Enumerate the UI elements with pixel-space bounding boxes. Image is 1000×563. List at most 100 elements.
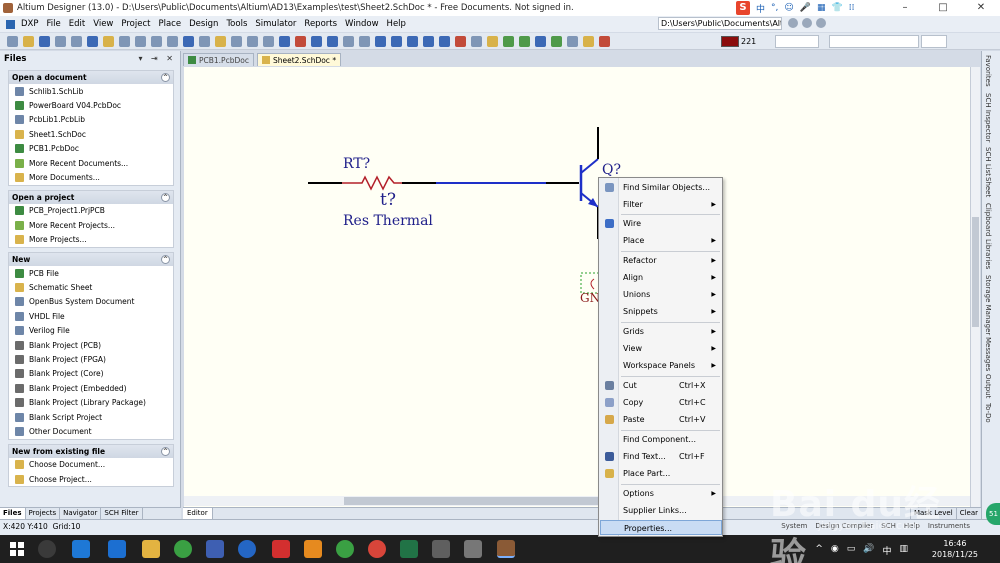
ie-taskbar-icon[interactable]: [72, 540, 90, 558]
copy-icon[interactable]: [198, 35, 210, 47]
app-taskbar-icon-4[interactable]: [304, 540, 322, 558]
zoom-area-icon[interactable]: [134, 35, 146, 47]
place-part-icon[interactable]: [486, 35, 498, 47]
files-item[interactable]: PCB1.PcbDoc: [9, 142, 173, 156]
context-menu-item[interactable]: Properties...: [600, 520, 722, 535]
save-icon[interactable]: [38, 35, 50, 47]
place-power-port-icon[interactable]: [454, 35, 466, 47]
files-item[interactable]: PCB_Project1.PrjPCB: [9, 204, 173, 218]
ime-voice[interactable]: 🎤: [800, 3, 811, 13]
menu-design[interactable]: Design: [185, 16, 222, 32]
print-preview-icon[interactable]: [70, 35, 82, 47]
collapse-icon[interactable]: ^: [161, 446, 170, 456]
place-sheet-symbol-icon[interactable]: [502, 35, 514, 47]
menu-window[interactable]: Window: [341, 16, 383, 32]
minimize-button[interactable]: –: [886, 0, 924, 16]
dock-tab-messages[interactable]: Messages: [984, 337, 992, 371]
tray-expand-icon[interactable]: ^: [815, 544, 823, 557]
mask-level-button[interactable]: Mask Level: [909, 508, 956, 519]
taskbar-clock[interactable]: 16:46 2018/11/25: [932, 538, 978, 560]
sogou-taskbar-icon[interactable]: [38, 540, 56, 558]
app-taskbar-icon-6[interactable]: [432, 540, 450, 558]
ime-keyboard[interactable]: ▦: [817, 3, 826, 13]
ime-tools[interactable]: ⁞⁞: [849, 3, 855, 13]
files-item[interactable]: Other Document: [9, 424, 173, 438]
section-title[interactable]: Open a document ^: [9, 71, 173, 84]
open-file-icon[interactable]: [22, 35, 34, 47]
cross-probe-icon[interactable]: [358, 35, 370, 47]
menu-project[interactable]: Project: [117, 16, 154, 32]
sogou-ime-icon[interactable]: S: [736, 1, 750, 15]
place-no-erc-icon[interactable]: [598, 35, 610, 47]
context-menu-item[interactable]: Wire: [600, 216, 722, 231]
deselect-icon[interactable]: [294, 35, 306, 47]
panel-header-controls[interactable]: ▾ ⇥ ✕: [138, 54, 176, 63]
context-menu-item[interactable]: Filter ▶: [600, 197, 722, 212]
menu-tools[interactable]: Tools: [222, 16, 251, 32]
tab-editor[interactable]: Editor: [183, 508, 213, 519]
app-taskbar-icon-3[interactable]: [272, 540, 290, 558]
transistor-collector[interactable]: [580, 158, 599, 174]
menu-simulator[interactable]: Simulator: [251, 16, 300, 32]
menu-reports[interactable]: Reports: [300, 16, 341, 32]
undo-icon[interactable]: [310, 35, 322, 47]
context-menu-item[interactable]: Grids ▶: [600, 324, 722, 339]
print-icon[interactable]: [54, 35, 66, 47]
menu-dxp[interactable]: DXP: [17, 16, 43, 32]
dock-tab-sheet[interactable]: Sheet: [984, 177, 992, 197]
dock-tab-clipboard[interactable]: Clipboard: [984, 203, 992, 236]
tray-app-icon[interactable]: ◉: [831, 544, 839, 557]
context-menu-item[interactable]: Options ▶: [600, 486, 722, 501]
place-wire-icon[interactable]: [374, 35, 386, 47]
altium-taskbar-icon[interactable]: [497, 540, 515, 558]
transistor-designator[interactable]: Q?: [602, 162, 621, 178]
context-menu-item[interactable]: Copy Ctrl+C: [600, 395, 722, 410]
tab-pcb1-pcbdoc[interactable]: PCB1.PcbDoc: [183, 53, 254, 66]
select-icon[interactable]: [278, 35, 290, 47]
excel-taskbar-icon[interactable]: [400, 540, 418, 558]
status-design-compiler[interactable]: Design Compiler: [815, 522, 873, 530]
status-system[interactable]: System: [781, 522, 807, 530]
paste-icon[interactable]: [214, 35, 226, 47]
dock-tab-sch-inspector[interactable]: SCH Inspector: [984, 93, 992, 142]
place-bus-entry-icon[interactable]: [422, 35, 434, 47]
context-menu-item[interactable]: Find Text... Ctrl+F: [600, 449, 722, 464]
status-instruments[interactable]: Instruments: [928, 522, 970, 530]
dock-tab-sch-list[interactable]: SCH List: [984, 147, 992, 176]
context-menu-item[interactable]: View ▶: [600, 341, 722, 356]
chrome-taskbar-icon[interactable]: [368, 540, 386, 558]
place-net-label-icon[interactable]: [438, 35, 450, 47]
context-menu-item[interactable]: Find Similar Objects...: [600, 180, 722, 195]
context-menu-item[interactable]: Paste Ctrl+V: [600, 412, 722, 427]
zoom-filter-icon[interactable]: [166, 35, 178, 47]
toolbar-combo-2[interactable]: [829, 35, 919, 48]
place-device-sheet-icon[interactable]: [534, 35, 546, 47]
forward-icon[interactable]: [802, 18, 812, 28]
section-title[interactable]: New from existing file ^: [9, 444, 173, 458]
clear-button[interactable]: Clear: [955, 508, 981, 519]
app-taskbar-icon-2[interactable]: [238, 540, 256, 558]
files-item[interactable]: Blank Project (FPGA): [9, 352, 173, 366]
dock-tab-storage-manager[interactable]: Storage Manager: [984, 275, 992, 335]
dock-tab-to-do[interactable]: To-Do: [984, 403, 992, 423]
files-item[interactable]: PCB File: [9, 266, 173, 280]
vertical-scroll-thumb[interactable]: [972, 217, 979, 327]
app-taskbar-icon-5[interactable]: [336, 540, 354, 558]
rubber-stamp-icon[interactable]: [230, 35, 242, 47]
files-item[interactable]: Blank Project (Embedded): [9, 381, 173, 395]
back-icon[interactable]: [788, 18, 798, 28]
zoom-fit-icon[interactable]: [118, 35, 130, 47]
color-value[interactable]: 221: [741, 35, 756, 48]
place-harness-connector-icon[interactable]: [550, 35, 562, 47]
files-item[interactable]: Choose Project...: [9, 472, 173, 486]
files-item[interactable]: Blank Script Project: [9, 410, 173, 424]
context-menu-item[interactable]: Find Component...: [600, 432, 722, 447]
document-path-field[interactable]: D:\Users\Public\Documents\Alti: [658, 17, 782, 30]
photos-taskbar-icon[interactable]: [464, 540, 482, 558]
menu-file[interactable]: File: [43, 16, 65, 32]
place-port-icon[interactable]: [582, 35, 594, 47]
files-item[interactable]: Sheet1.SchDoc: [9, 127, 173, 141]
collapse-icon[interactable]: ^: [161, 73, 170, 82]
redo-icon[interactable]: [326, 35, 338, 47]
horizontal-scroll-thumb[interactable]: [344, 497, 604, 505]
